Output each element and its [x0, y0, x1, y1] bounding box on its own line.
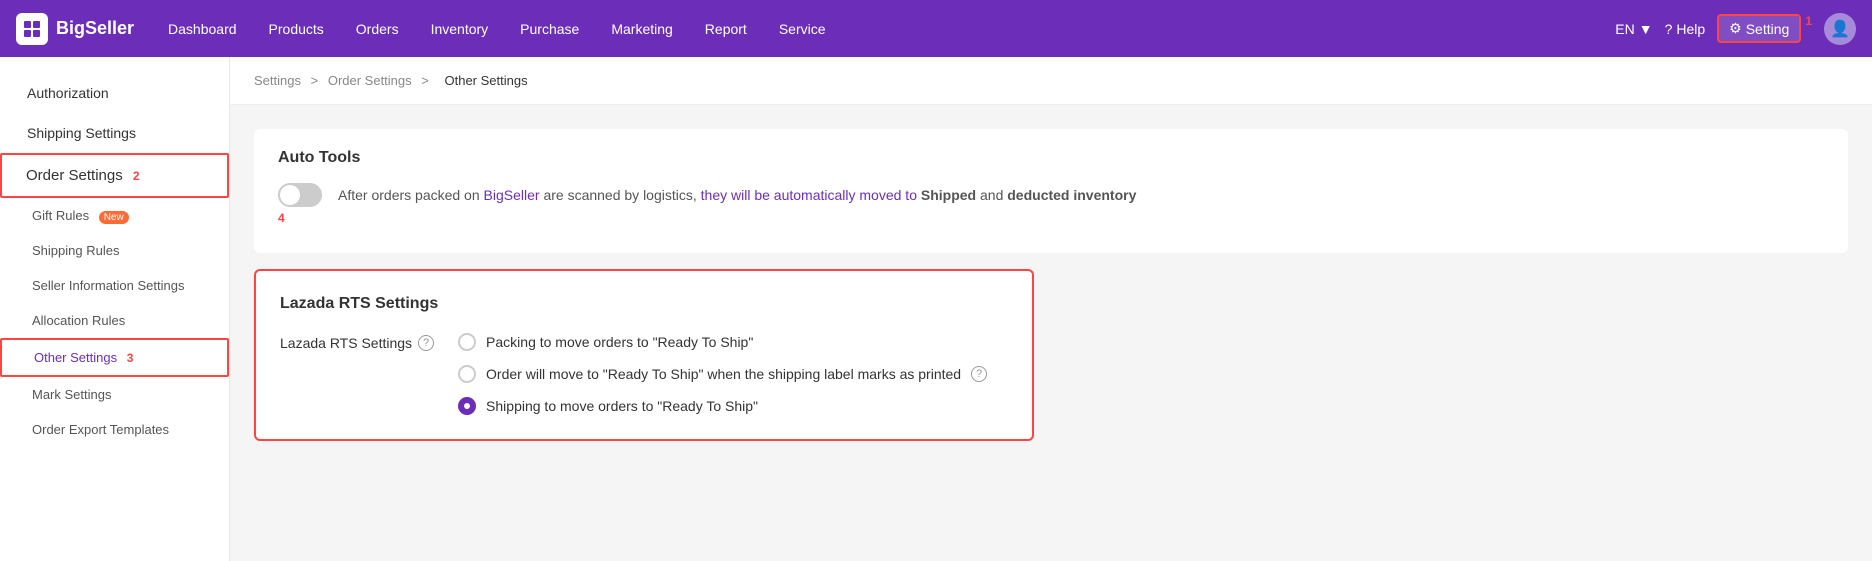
nav-right: EN ▼ ? Help ⚙ Setting 1 👤 [1615, 13, 1856, 45]
top-navigation: BigSeller Dashboard Products Orders Inve… [0, 0, 1872, 57]
auto-tools-title: Auto Tools [278, 149, 1824, 167]
breadcrumb-settings[interactable]: Settings [254, 73, 301, 88]
nav-marketing[interactable]: Marketing [597, 13, 686, 45]
sidebar-item-order-settings[interactable]: Order Settings 2 [0, 153, 229, 198]
sidebar: Authorization Shipping Settings Order Se… [0, 57, 230, 561]
sidebar-item-authorization[interactable]: Authorization [0, 73, 229, 113]
nav-dashboard[interactable]: Dashboard [154, 13, 251, 45]
breadcrumb-current: Other Settings [445, 73, 528, 88]
auto-tools-card: Auto Tools After orders packed on BigSel… [254, 129, 1848, 253]
chevron-down-icon: ▼ [1639, 21, 1653, 37]
main-layout: Authorization Shipping Settings Order Se… [0, 57, 1872, 561]
logo-icon [16, 13, 48, 45]
nav-orders[interactable]: Orders [342, 13, 413, 45]
brand-logo[interactable]: BigSeller [16, 13, 134, 45]
rts-radio-shipping[interactable] [458, 397, 476, 415]
gear-icon: ⚙ [1729, 20, 1742, 37]
rts-settings-card: Lazada RTS Settings Lazada RTS Settings … [254, 269, 1034, 441]
content-body: Auto Tools After orders packed on BigSel… [230, 105, 1872, 465]
language-selector[interactable]: EN ▼ [1615, 21, 1652, 37]
rts-radio-label-printed[interactable] [458, 365, 476, 383]
breadcrumb-order-settings[interactable]: Order Settings [328, 73, 412, 88]
rts-radio-packing[interactable] [458, 333, 476, 351]
nav-purchase[interactable]: Purchase [506, 13, 593, 45]
rts-option-label-printed-help-icon[interactable]: ? [971, 366, 987, 382]
rts-row: Lazada RTS Settings ? Packing to move or… [280, 333, 1008, 415]
breadcrumb-sep-2: > [421, 73, 429, 88]
rts-options: Packing to move orders to "Ready To Ship… [458, 333, 987, 415]
rts-option-shipping[interactable]: Shipping to move orders to "Ready To Shi… [458, 397, 987, 415]
sidebar-item-shipping-rules[interactable]: Shipping Rules [0, 233, 229, 268]
rts-option-packing[interactable]: Packing to move orders to "Ready To Ship… [458, 333, 987, 351]
badge-4: 4 [278, 211, 1824, 225]
rts-label-help-icon[interactable]: ? [418, 335, 434, 351]
sidebar-item-order-export[interactable]: Order Export Templates [0, 412, 229, 447]
nav-items: Dashboard Products Orders Inventory Purc… [154, 13, 1615, 45]
auto-tools-description: After orders packed on BigSeller are sca… [338, 185, 1136, 206]
sidebar-item-shipping-settings[interactable]: Shipping Settings [0, 113, 229, 153]
auto-tools-toggle-row: After orders packed on BigSeller are sca… [278, 183, 1824, 207]
badge-1: 1 [1805, 14, 1812, 28]
badge-3: 3 [127, 351, 134, 365]
nav-report[interactable]: Report [691, 13, 761, 45]
sidebar-item-other-settings[interactable]: Other Settings 3 [0, 338, 229, 377]
sidebar-item-gift-rules[interactable]: Gift Rules New [0, 198, 229, 233]
help-button[interactable]: ? Help [1665, 21, 1706, 37]
sidebar-item-seller-info[interactable]: Seller Information Settings [0, 268, 229, 303]
rts-option-label-printed[interactable]: Order will move to "Ready To Ship" when … [458, 365, 987, 383]
sidebar-item-allocation-rules[interactable]: Allocation Rules [0, 303, 229, 338]
rts-label: Lazada RTS Settings ? [280, 333, 434, 415]
user-avatar[interactable]: 👤 [1824, 13, 1856, 45]
brand-name: BigSeller [56, 18, 134, 39]
auto-tools-toggle[interactable] [278, 183, 322, 207]
user-icon: 👤 [1830, 19, 1850, 39]
main-content: Settings > Order Settings > Other Settin… [230, 57, 1872, 561]
rts-card-title: Lazada RTS Settings [280, 295, 1008, 313]
breadcrumb: Settings > Order Settings > Other Settin… [230, 57, 1872, 105]
rts-option-label-printed-label: Order will move to "Ready To Ship" when … [486, 366, 961, 382]
nav-products[interactable]: Products [255, 13, 338, 45]
nav-service[interactable]: Service [765, 13, 840, 45]
rts-option-shipping-label: Shipping to move orders to "Ready To Shi… [486, 398, 758, 414]
gift-rules-new-badge: New [99, 211, 129, 224]
breadcrumb-sep-1: > [311, 73, 319, 88]
sidebar-item-mark-settings[interactable]: Mark Settings [0, 377, 229, 412]
nav-inventory[interactable]: Inventory [417, 13, 503, 45]
question-icon: ? [1665, 21, 1673, 37]
rts-option-packing-label: Packing to move orders to "Ready To Ship… [486, 334, 753, 350]
setting-button[interactable]: ⚙ Setting [1717, 14, 1801, 43]
badge-2: 2 [133, 169, 140, 183]
